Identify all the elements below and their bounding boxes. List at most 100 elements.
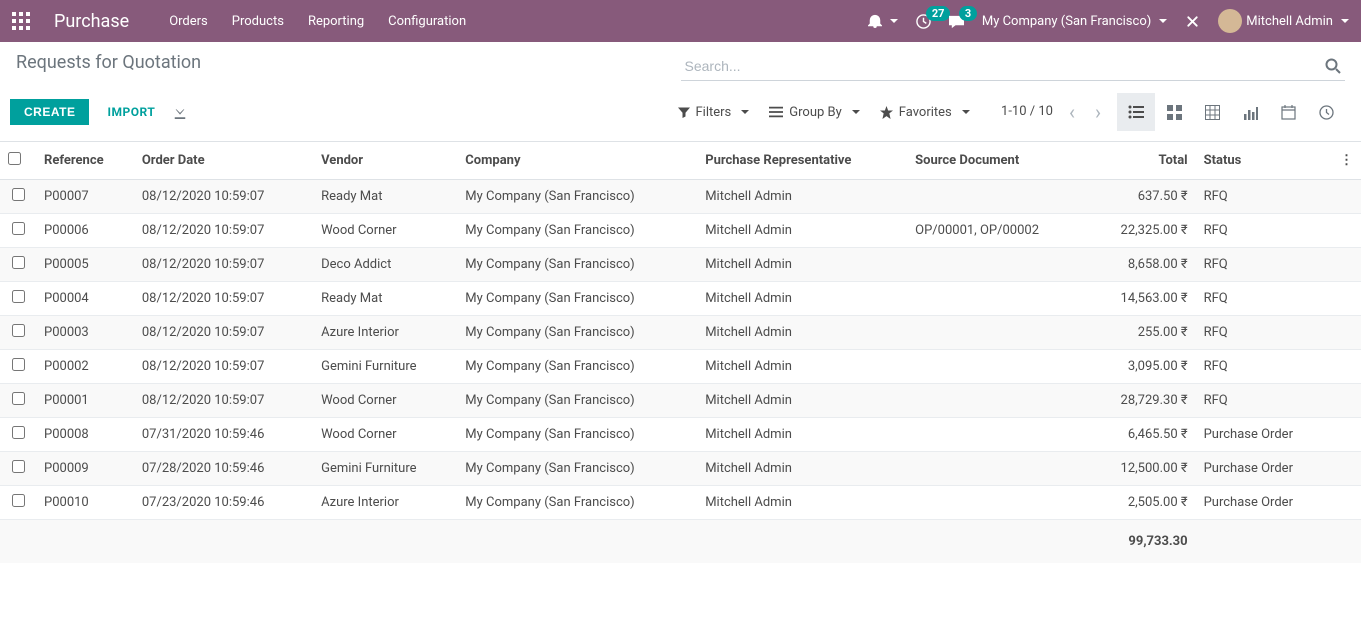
row-checkbox[interactable]: [12, 494, 25, 507]
cell-order-date: 07/28/2020 10:59:46: [134, 452, 313, 486]
list-icon: [1128, 105, 1144, 119]
pager-prev[interactable]: ‹: [1065, 96, 1079, 128]
col-reference[interactable]: Reference: [36, 142, 134, 180]
menu-orders[interactable]: Orders: [169, 14, 208, 29]
table-row[interactable]: P0000108/12/2020 10:59:07Wood CornerMy C…: [0, 384, 1361, 418]
cell-company: My Company (San Francisco): [457, 316, 697, 350]
select-all-checkbox[interactable]: [8, 152, 21, 165]
activities-icon[interactable]: 27: [916, 14, 931, 29]
cell-source: [907, 418, 1088, 452]
download-icon[interactable]: [173, 105, 187, 119]
cell-rep: Mitchell Admin: [697, 214, 907, 248]
app-brand[interactable]: Purchase: [54, 11, 129, 32]
cell-company: My Company (San Francisco): [457, 452, 697, 486]
messages-icon[interactable]: 3: [949, 14, 964, 29]
col-status[interactable]: Status: [1196, 142, 1332, 180]
row-checkbox[interactable]: [12, 324, 25, 337]
table-row[interactable]: P0000208/12/2020 10:59:07Gemini Furnitur…: [0, 350, 1361, 384]
cell-status: RFQ: [1196, 384, 1332, 418]
row-checkbox[interactable]: [12, 392, 25, 405]
search-icon[interactable]: [1325, 58, 1341, 74]
view-graph[interactable]: [1231, 93, 1269, 131]
row-checkbox[interactable]: [12, 222, 25, 235]
cell-rep: Mitchell Admin: [697, 282, 907, 316]
table-row[interactable]: P0001007/23/2020 10:59:46Azure InteriorM…: [0, 486, 1361, 520]
company-switcher[interactable]: My Company (San Francisco): [982, 14, 1167, 29]
view-list[interactable]: [1117, 93, 1155, 131]
graph-icon: [1243, 105, 1258, 120]
cell-company: My Company (San Francisco): [457, 248, 697, 282]
cell-status: RFQ: [1196, 214, 1332, 248]
cell-company: My Company (San Francisco): [457, 214, 697, 248]
rfq-table: Reference Order Date Vendor Company Purc…: [0, 142, 1361, 563]
cell-reference: P00003: [36, 316, 134, 350]
cell-vendor: Azure Interior: [313, 486, 457, 520]
cell-total: 2,505.00 ₹: [1088, 486, 1195, 520]
search-input[interactable]: [681, 52, 1346, 80]
filter-icon: [678, 106, 690, 118]
cell-total: 12,500.00 ₹: [1088, 452, 1195, 486]
debug-icon[interactable]: [1185, 14, 1200, 29]
table-row[interactable]: P0000508/12/2020 10:59:07Deco AddictMy C…: [0, 248, 1361, 282]
pager-range[interactable]: 1-10 / 10: [1001, 104, 1053, 121]
cell-reference: P00006: [36, 214, 134, 248]
row-checkbox[interactable]: [12, 256, 25, 269]
import-button[interactable]: IMPORT: [107, 105, 155, 119]
cell-rep: Mitchell Admin: [697, 316, 907, 350]
navbar: Purchase Orders Products Reporting Confi…: [0, 0, 1361, 42]
col-vendor[interactable]: Vendor: [313, 142, 457, 180]
company-name: My Company (San Francisco): [982, 14, 1151, 29]
col-total[interactable]: Total: [1088, 142, 1195, 180]
col-options[interactable]: ⋮: [1332, 142, 1361, 180]
cell-company: My Company (San Francisco): [457, 180, 697, 214]
create-button[interactable]: CREATE: [10, 99, 89, 125]
cell-status: Purchase Order: [1196, 452, 1332, 486]
col-rep[interactable]: Purchase Representative: [697, 142, 907, 180]
cell-rep: Mitchell Admin: [697, 248, 907, 282]
cell-company: My Company (San Francisco): [457, 384, 697, 418]
view-activity[interactable]: [1307, 93, 1345, 131]
table-row[interactable]: P0000308/12/2020 10:59:07Azure InteriorM…: [0, 316, 1361, 350]
activity-icon: [1319, 105, 1334, 120]
table-row[interactable]: P0000408/12/2020 10:59:07Ready MatMy Com…: [0, 282, 1361, 316]
menu-reporting[interactable]: Reporting: [308, 14, 364, 29]
apps-icon[interactable]: [12, 12, 30, 30]
cell-source: OP/00001, OP/00002: [907, 214, 1088, 248]
table-row[interactable]: P0000907/28/2020 10:59:46Gemini Furnitur…: [0, 452, 1361, 486]
view-pivot[interactable]: [1193, 93, 1231, 131]
cell-order-date: 07/31/2020 10:59:46: [134, 418, 313, 452]
cell-total: 22,325.00 ₹: [1088, 214, 1195, 248]
user-menu[interactable]: Mitchell Admin: [1218, 9, 1349, 33]
cell-order-date: 08/12/2020 10:59:07: [134, 384, 313, 418]
filters-dropdown[interactable]: Filters: [678, 105, 750, 120]
groupby-dropdown[interactable]: Group By: [769, 105, 860, 120]
row-checkbox[interactable]: [12, 188, 25, 201]
favorites-dropdown[interactable]: Favorites: [880, 105, 970, 120]
view-kanban[interactable]: [1155, 93, 1193, 131]
row-checkbox[interactable]: [12, 460, 25, 473]
table-row[interactable]: P0000708/12/2020 10:59:07Ready MatMy Com…: [0, 180, 1361, 214]
col-source[interactable]: Source Document: [907, 142, 1088, 180]
row-checkbox[interactable]: [12, 290, 25, 303]
cell-total: 255.00 ₹: [1088, 316, 1195, 350]
cell-total: 637.50 ₹: [1088, 180, 1195, 214]
cell-status: RFQ: [1196, 180, 1332, 214]
groupby-label: Group By: [789, 105, 842, 120]
cell-source: [907, 282, 1088, 316]
cell-vendor: Gemini Furniture: [313, 452, 457, 486]
menu-configuration[interactable]: Configuration: [388, 14, 466, 29]
cell-rep: Mitchell Admin: [697, 180, 907, 214]
breadcrumb: Requests for Quotation: [16, 52, 681, 81]
notifications-icon[interactable]: [868, 14, 898, 28]
menu-products[interactable]: Products: [232, 14, 284, 29]
row-checkbox[interactable]: [12, 426, 25, 439]
table-row[interactable]: P0000807/31/2020 10:59:46Wood CornerMy C…: [0, 418, 1361, 452]
row-checkbox[interactable]: [12, 358, 25, 371]
cell-source: [907, 248, 1088, 282]
col-company[interactable]: Company: [457, 142, 697, 180]
view-calendar[interactable]: [1269, 93, 1307, 131]
table-row[interactable]: P0000608/12/2020 10:59:07Wood CornerMy C…: [0, 214, 1361, 248]
col-order-date[interactable]: Order Date: [134, 142, 313, 180]
activities-badge: 27: [926, 6, 951, 21]
pager-next[interactable]: ›: [1091, 96, 1105, 128]
